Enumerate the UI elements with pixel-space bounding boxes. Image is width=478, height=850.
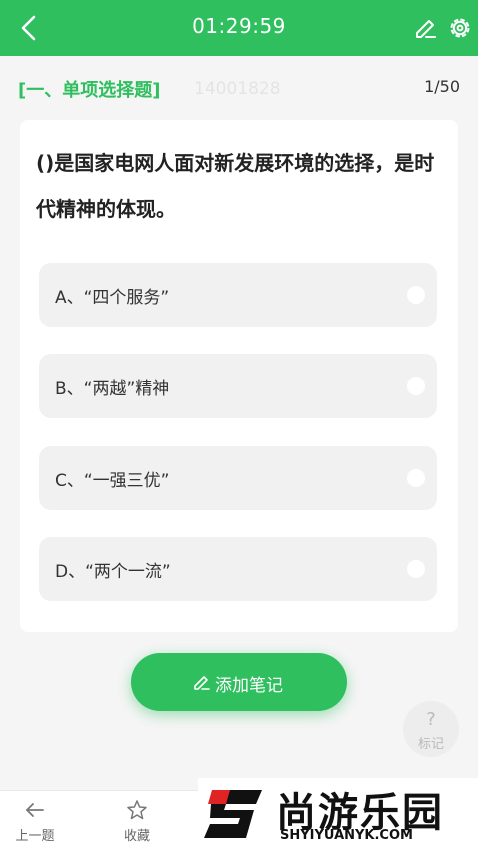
gear-icon[interactable] [446, 14, 474, 42]
question-text: ()是国家电网人面对新发展环境的选择，是时代精神的体现。 [36, 151, 435, 221]
star-icon [127, 800, 147, 820]
option-a-radio[interactable] [407, 286, 425, 304]
option-d-radio[interactable] [407, 560, 425, 578]
top-bar: 01:29:59 [0, 0, 478, 56]
question-mark-icon: ? [426, 709, 436, 730]
prev-question-label: 上一题 [15, 829, 55, 844]
option-b-label: B、“两越”精神 [55, 379, 170, 399]
section-title: [一、单项选择题] [18, 80, 161, 101]
arrow-left-icon [26, 803, 44, 817]
pen-icon [194, 676, 210, 690]
option-b[interactable]: B、“两越”精神 [39, 354, 437, 418]
favorite-label: 收藏 [123, 829, 150, 844]
exam-timer: 01:29:59 [192, 14, 286, 38]
option-d-label: D、“两个一流” [55, 562, 171, 582]
question-progress: 1/50 [424, 77, 460, 96]
favorite-button[interactable]: 收藏 [102, 799, 172, 844]
option-b-radio[interactable] [407, 377, 425, 395]
option-a-label: A、“四个服务” [55, 288, 170, 308]
prev-question-button[interactable]: 上一题 [0, 799, 70, 844]
option-c-radio[interactable] [407, 469, 425, 487]
watermark: 尚游乐园 SHYIYUANYK.COM [198, 778, 478, 850]
mark-button[interactable]: ? 标记 [403, 701, 459, 757]
brand-logo-icon [204, 790, 262, 838]
add-note-label: 添加笔记 [215, 676, 283, 696]
option-c[interactable]: C、“一强三优” [39, 446, 437, 510]
question-card: ()是国家电网人面对新发展环境的选择，是时代精神的体现。 A、“四个服务” B、… [20, 120, 458, 632]
question-id: 14001828 [194, 79, 281, 99]
add-note-button[interactable]: 添加笔记 [131, 653, 347, 711]
option-c-label: C、“一强三优” [55, 471, 170, 491]
option-a[interactable]: A、“四个服务” [39, 263, 437, 327]
option-d[interactable]: D、“两个一流” [39, 537, 437, 601]
watermark-domain: SHYIYUANYK.COM [280, 828, 413, 843]
pen-icon[interactable] [412, 14, 438, 40]
mark-label: 标记 [417, 737, 444, 752]
